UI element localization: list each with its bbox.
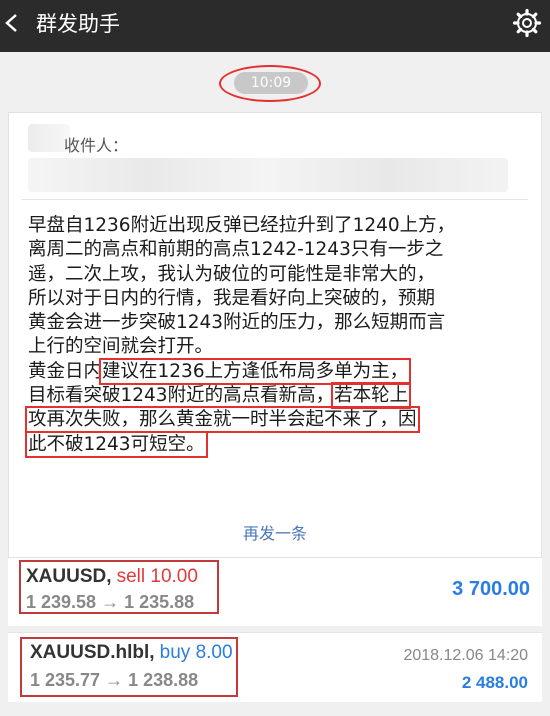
- trade-row[interactable]: XAUUSD.hlbl, buy 8.00 1 235.77 → 1 238.8…: [8, 632, 542, 702]
- recipients-label: 收件人：: [64, 136, 129, 155]
- back-icon[interactable]: [2, 8, 20, 38]
- trade-profit: 3 700.00: [452, 578, 530, 600]
- page-title: 群发助手: [36, 12, 120, 36]
- message-line: 早盘自1236附近出现反弹已经拉升到了1240上方，: [28, 215, 456, 236]
- highlighted-text: 此不破1243可短空。: [25, 430, 208, 458]
- highlighted-text: 若本轮上: [331, 382, 412, 410]
- blurred-recipient-list: [28, 158, 508, 192]
- timestamp-highlight-circle: [219, 65, 321, 102]
- message-line: 攻再次失败，那么黄金就一时半会起不来了，因: [25, 406, 528, 434]
- message-line: 所以对于日内的行情，我是看好向上突破的，预期: [28, 287, 436, 309]
- message-line: 上行的空间就会打开。: [28, 336, 214, 358]
- message-line: 黄金日内建议在1236上方逢低布局多单为主，: [28, 357, 412, 385]
- message-line: 离周二的高点和前期的高点1242-1243只有一步之: [28, 239, 444, 261]
- trade-profit: 2 488.00: [461, 673, 528, 692]
- message-line: 黄金会进一步突破1243附近的压力，那么短期而言: [28, 312, 446, 334]
- message-line: 遥，二次上攻，我认为破位的可能性是非常大的，: [28, 263, 436, 285]
- card-divider: [22, 199, 528, 200]
- message-body: 早盘自1236附近出现反弹已经拉升到了1240上方， 离周二的高点和前期的高点1…: [25, 214, 528, 458]
- trade-row[interactable]: XAUUSD, sell 10.00 1 239.58 → 1 235.88 3…: [8, 558, 542, 626]
- highlighted-text: 建议在1236上方逢低布局多单为主，: [99, 357, 412, 385]
- trade-datetime: 2018.12.06 14:20: [403, 647, 528, 664]
- top-bar: 群发助手: [0, 0, 550, 52]
- message-line: 目标看突破1243附近的高点看新高，若本轮上: [28, 382, 412, 410]
- gear-icon[interactable]: [512, 8, 542, 38]
- highlighted-text: 攻再次失败，那么黄金就一时半会起不来了，因: [25, 406, 420, 434]
- message-line: 此不破1243可短空。: [25, 430, 528, 458]
- trade-highlight-box: [20, 637, 238, 697]
- resend-button[interactable]: 再发一条: [0, 520, 550, 544]
- trade-highlight-box: [19, 560, 219, 614]
